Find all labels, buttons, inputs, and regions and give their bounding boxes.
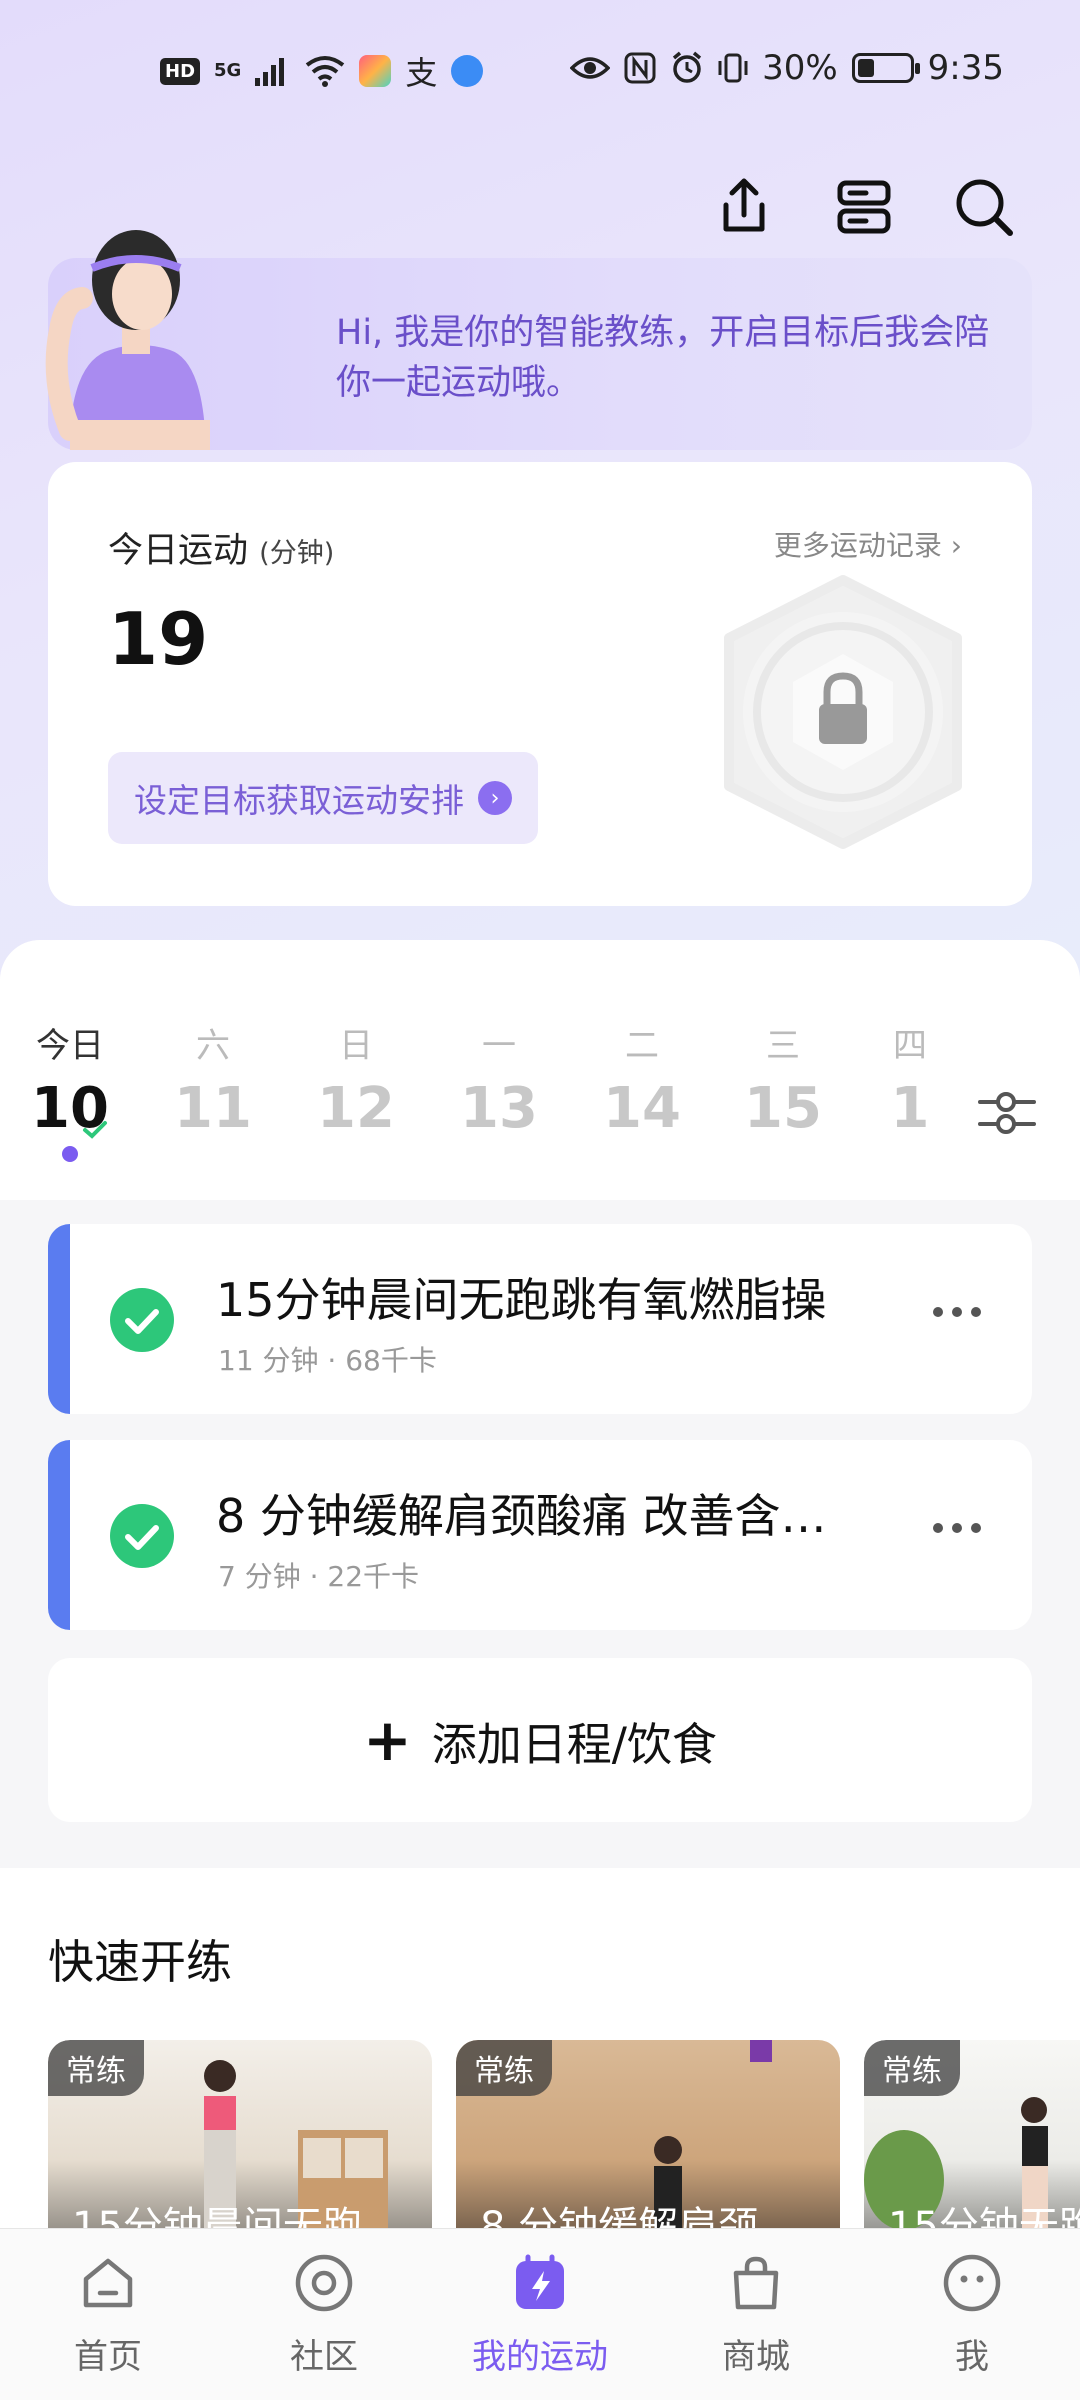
clock: 9:35 [927,48,1004,88]
task-meta: 11 分钟 · 68千卡 [218,1344,437,1377]
quick-start-title: 快速开练 [48,1935,232,1989]
day-label: 三 [766,1026,800,1066]
coach-avatar [45,230,210,450]
task-title: 8 分钟缓解肩颈酸痛 改善含… [216,1489,827,1543]
status-bar: HD 5G 支 30% 9:35 [0,40,1080,100]
quick-card-tag: 常练 [456,2040,552,2096]
my-sport-icon [516,2254,564,2309]
nav-profile[interactable]: 我 [872,2251,1072,2378]
browser-notification-icon [451,55,484,87]
nav-community[interactable]: 社区 [224,2251,424,2378]
day-today[interactable]: 今日 10 [0,1018,140,1141]
locked-badge-icon [724,575,962,849]
day-sun[interactable]: 日 12 [286,1018,426,1141]
task-item[interactable]: 8 分钟缓解肩颈酸痛 改善含… 7 分钟 · 22千卡 [48,1440,1032,1630]
vibrate-icon [718,53,748,83]
nav-shop[interactable]: 商城 [656,2251,856,2378]
today-unit: (分钟) [259,538,335,569]
nfc-icon [624,52,656,84]
task-item[interactable]: 15分钟晨间无跑跳有氧燃脂操 11 分钟 · 68千卡 [48,1224,1032,1414]
day-label: 二 [625,1026,659,1066]
network-type: 5G [214,60,242,81]
status-left: HD 5G 支 [160,48,484,94]
eye-comfort-icon [570,57,611,79]
quick-card[interactable]: 常练 15分钟晨间无跑 [48,2040,432,2240]
day-number: 10 [31,1076,109,1141]
share-icon[interactable] [712,175,776,239]
more-options-icon[interactable] [932,1302,982,1322]
day-number: 15 [744,1076,822,1141]
completed-check-icon[interactable] [110,1288,174,1352]
today-minutes: 19 [108,597,209,681]
check-icon [83,1121,107,1139]
day-label: 六 [196,1026,230,1066]
nav-my-sport[interactable]: 我的运动 [440,2251,640,2378]
quick-start-section: 快速开练 常练 15分钟晨间无跑 常练 8 分钟缓解肩颈 常练 15分钟无跑 [0,1868,1080,2240]
search-icon[interactable] [952,175,1016,239]
profile-icon [943,2254,1001,2312]
today-exercise-card: 今日运动 (分钟) 19 更多运动记录 › 设定目标获取运动安排 › [48,462,1032,906]
quick-card[interactable]: 常练 15分钟无跑 [864,2040,1080,2240]
device-icon[interactable] [832,175,896,239]
day-label: 日 [339,1026,373,1066]
app-notification-icon [359,55,392,87]
completed-check-icon[interactable] [110,1504,174,1568]
day-thu[interactable]: 四 1 [850,1018,970,1141]
bottom-nav: 首页 社区 我的运动 商城 我 [0,2228,1080,2400]
day-label: 一 [482,1026,516,1066]
set-goal-button[interactable]: 设定目标获取运动安排 › [108,752,538,844]
day-number: 13 [460,1076,538,1141]
day-sat[interactable]: 六 11 [143,1018,283,1141]
add-schedule-label: 添加日程/饮食 [431,1717,717,1771]
quick-card-tag: 常练 [864,2040,960,2096]
today-title: 今日运动 (分钟) [108,522,334,573]
nav-label: 我的运动 [472,2337,608,2377]
quick-card-tag: 常练 [48,2040,144,2096]
nav-label: 我 [955,2337,989,2377]
nav-home[interactable]: 首页 [8,2251,208,2378]
hd-badge: HD [160,57,201,85]
task-title: 15分钟晨间无跑跳有氧燃脂操 [216,1273,827,1327]
date-strip: 今日 10 六 11 日 12 一 13 二 14 三 15 四 1 [0,940,1080,1200]
day-wed[interactable]: 三 15 [713,1018,853,1141]
community-icon [295,2254,353,2312]
nav-label: 社区 [290,2337,358,2377]
filter-icon[interactable] [976,1082,1038,1144]
task-meta: 7 分钟 · 22千卡 [218,1560,420,1593]
day-number: 12 [317,1076,395,1141]
day-number: 14 [603,1076,681,1141]
alipay-icon: 支 [405,54,438,92]
day-number: 1 [890,1076,930,1141]
day-mon[interactable]: 一 13 [429,1018,569,1141]
day-tue[interactable]: 二 14 [572,1018,712,1141]
home-icon [83,2258,133,2308]
more-options-icon[interactable] [932,1518,982,1538]
shop-icon [733,2256,779,2310]
nav-label: 首页 [74,2337,142,2377]
battery-percent: 30% [762,48,838,88]
signal-icon [255,58,285,86]
day-label: 四 [893,1026,927,1066]
alarm-icon [672,51,702,83]
add-schedule-button[interactable]: + 添加日程/饮食 [48,1658,1032,1822]
today-title-text: 今日运动 [108,531,249,571]
task-color-bar [48,1224,70,1414]
day-number: 11 [174,1076,252,1141]
coach-message: Hi, 我是你的智能教练，开启目标后我会陪你一起运动哦。 [336,313,990,403]
task-color-bar [48,1440,70,1630]
set-goal-label: 设定目标获取运动安排 [134,781,464,820]
battery-icon [851,53,920,83]
chevron-right-icon: › [478,781,512,815]
quick-card[interactable]: 常练 8 分钟缓解肩颈 [456,2040,840,2240]
nav-label: 商城 [722,2337,790,2377]
day-label: 今日 [36,1026,104,1066]
today-indicator-dot [62,1146,78,1162]
status-right: 30% 9:35 [570,48,1004,88]
more-records-link[interactable]: 更多运动记录 › [774,524,962,564]
wifi-icon [306,56,345,87]
plus-icon: + [363,1706,412,1774]
